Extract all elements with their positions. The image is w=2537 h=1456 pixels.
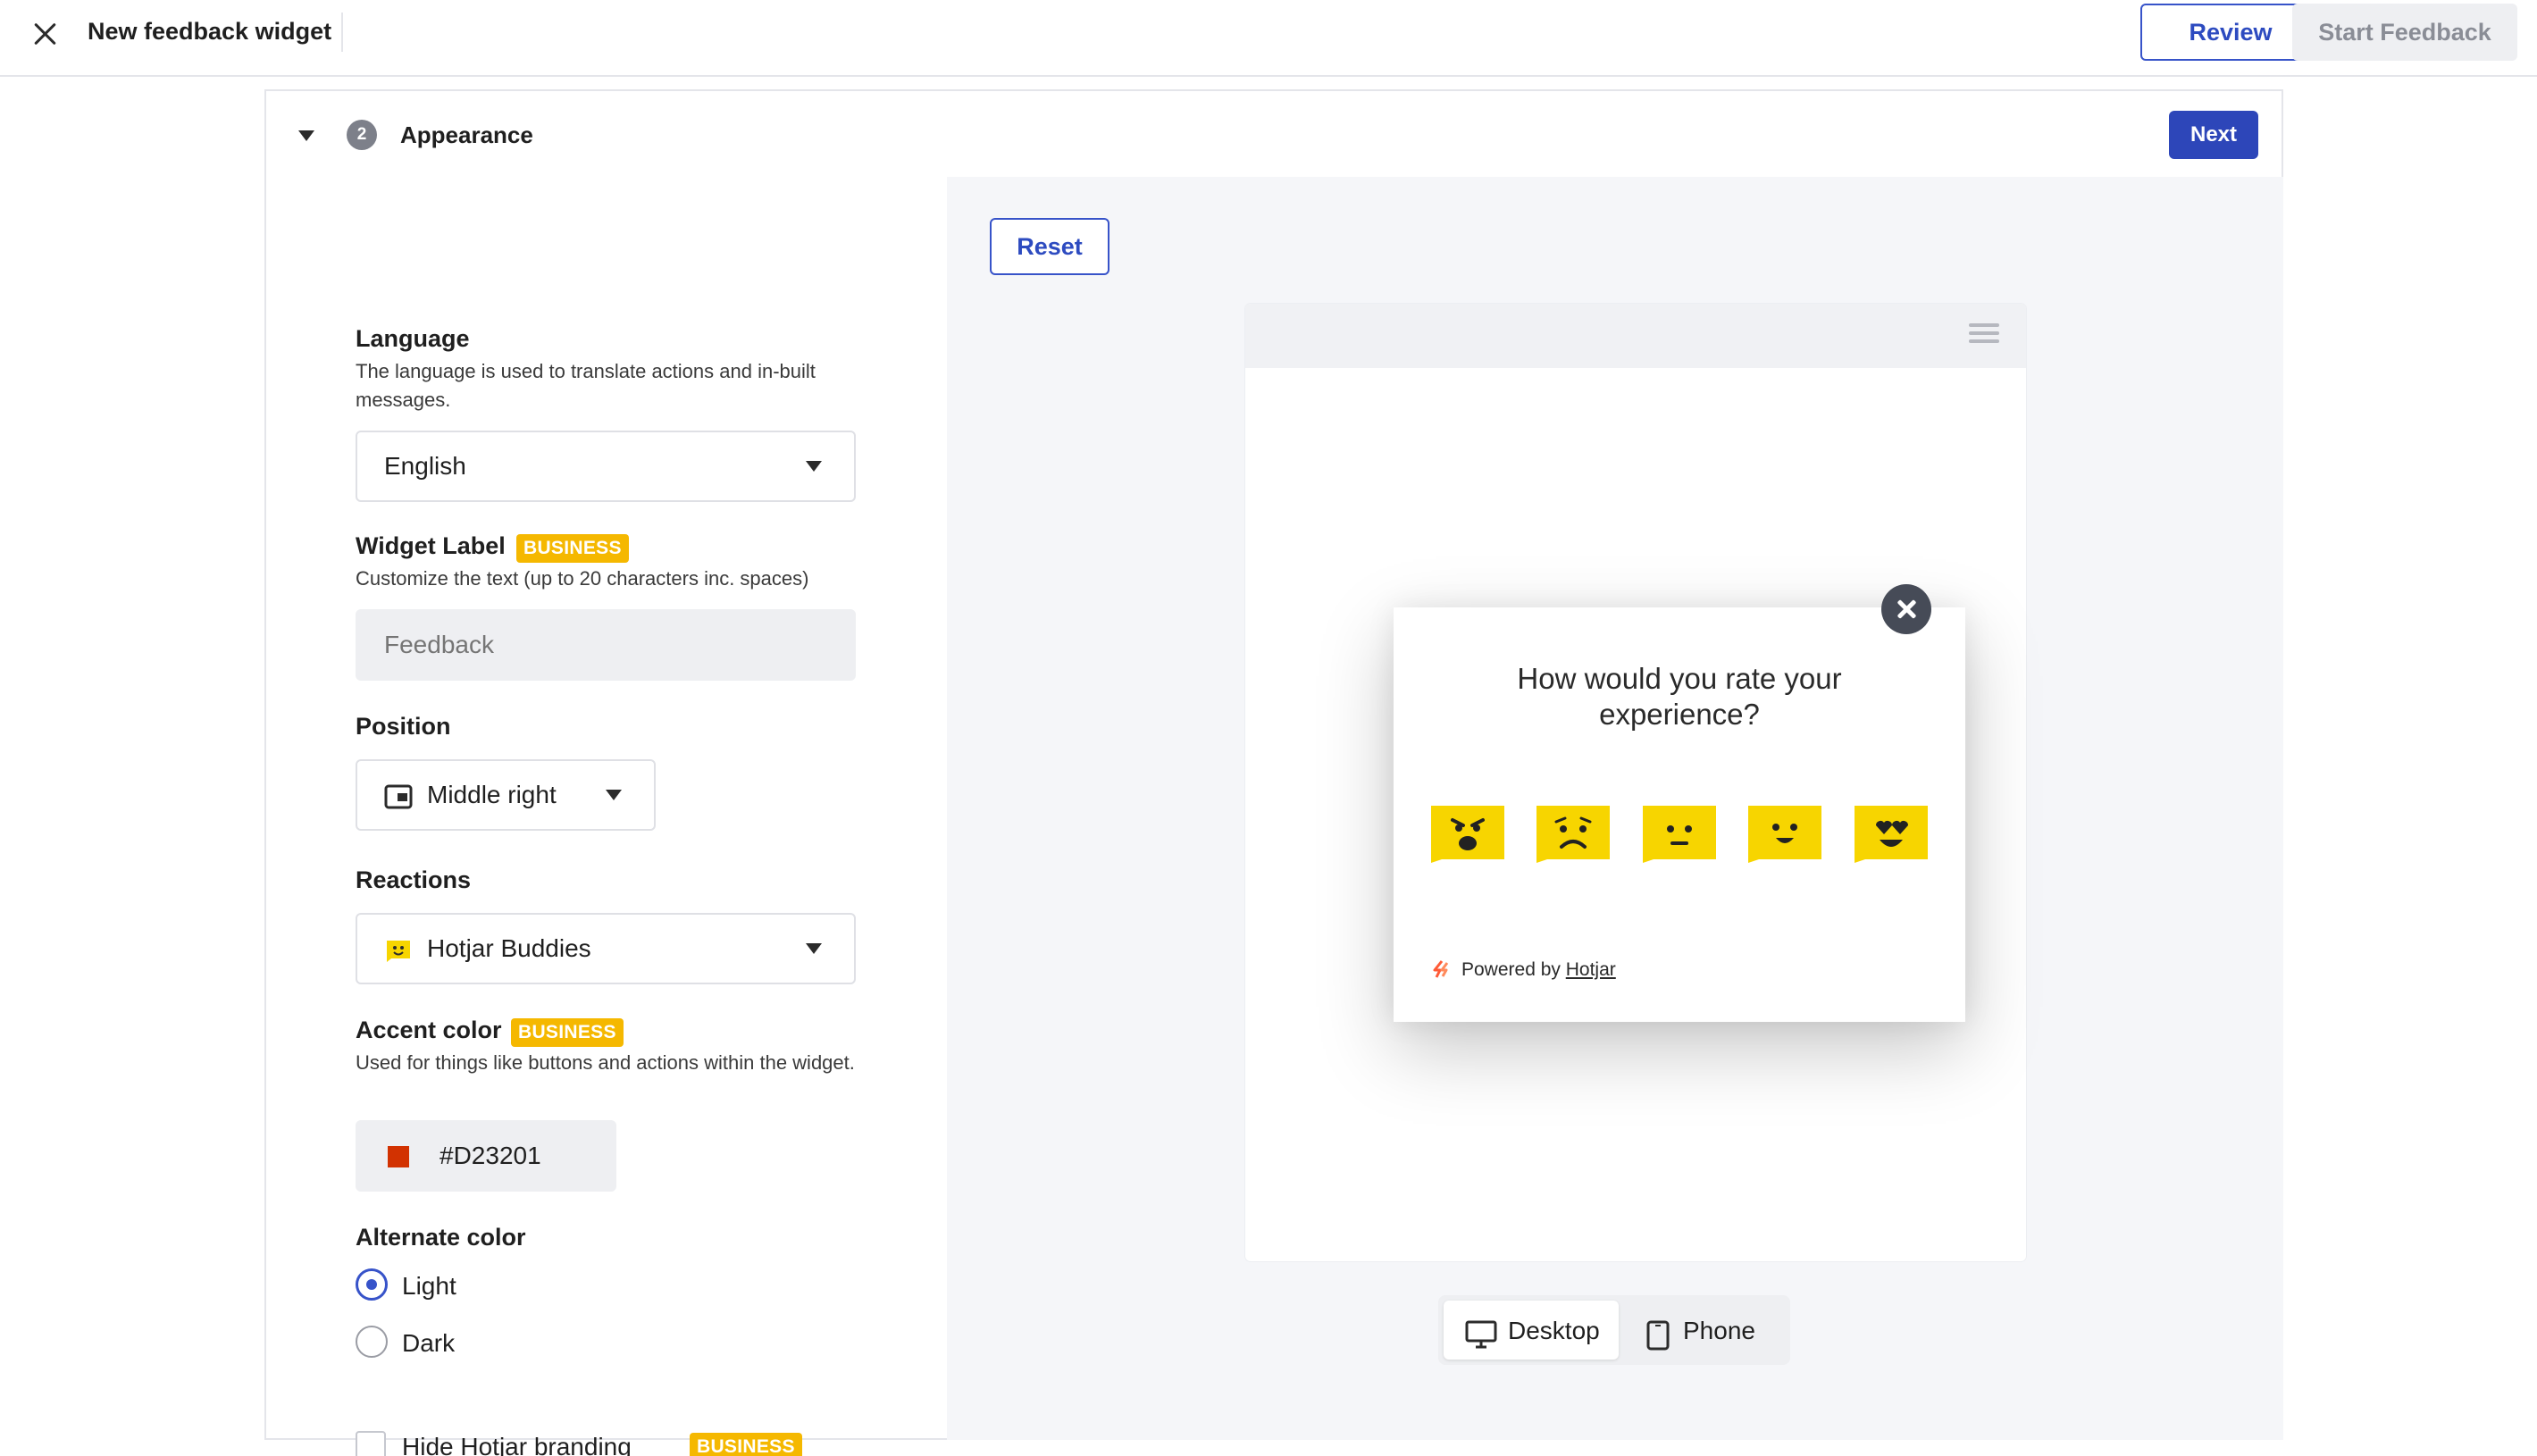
appearance-step-card: 2 Appearance Next Language The language …: [264, 89, 2283, 1456]
next-button[interactable]: Next: [2169, 111, 2258, 159]
desktop-toggle[interactable]: Desktop: [1444, 1301, 1619, 1360]
top-bar: New feedback widget Review Start Feedbac…: [0, 0, 2537, 77]
step-number-badge: 2: [347, 120, 377, 150]
business-badge: BUSINESS: [511, 1018, 624, 1047]
widget-position-icon: [384, 784, 413, 809]
radio-light-label: Light: [402, 1272, 456, 1300]
chevron-down-icon: [606, 790, 622, 800]
desktop-icon: [1465, 1320, 1497, 1349]
reactions-select[interactable]: Hotjar Buddies: [356, 913, 856, 984]
chevron-down-icon: [806, 461, 822, 472]
language-select[interactable]: English: [356, 431, 856, 502]
device-toggle: Desktop Phone: [1438, 1295, 1790, 1365]
radio-light[interactable]: [356, 1268, 388, 1301]
feedback-popup-preview: How would you rate your experience? Powe…: [1394, 607, 1965, 1022]
accent-color-help: Used for things like buttons and actions…: [356, 1051, 855, 1074]
accent-color-value: #D23201: [440, 1142, 541, 1169]
hide-branding-label: Hide Hotjar branding: [402, 1433, 632, 1456]
business-badge: BUSINESS: [516, 534, 629, 563]
hide-branding-checkbox[interactable]: [356, 1431, 386, 1456]
widget-label-help: Customize the text (up to 20 characters …: [356, 567, 809, 590]
hotjar-logo-icon: [1433, 960, 1449, 978]
step-header: 2 Appearance Next: [266, 91, 2282, 177]
accent-color-input[interactable]: #D23201: [356, 1120, 616, 1192]
accent-color-label: Accent color: [356, 1017, 502, 1043]
desktop-label: Desktop: [1508, 1317, 1600, 1344]
reset-button[interactable]: Reset: [990, 218, 1109, 275]
position-select[interactable]: Middle right: [356, 759, 656, 831]
widget-label-label: Widget Label: [356, 532, 506, 559]
chevron-down-icon: [806, 943, 822, 954]
hate-icon[interactable]: [1429, 804, 1506, 863]
alternate-color-label: Alternate color: [356, 1224, 526, 1251]
love-icon[interactable]: [1853, 804, 1930, 863]
powered-by: Powered by Hotjar: [1431, 959, 1616, 981]
page-title: New feedback widget: [88, 18, 332, 45]
position-label: Position: [356, 713, 451, 740]
radio-dark[interactable]: [356, 1326, 388, 1358]
reactions-value: Hotjar Buddies: [427, 934, 591, 962]
appearance-form: Language The language is used to transla…: [266, 177, 947, 1456]
phone-label: Phone: [1683, 1317, 1755, 1344]
business-badge: BUSINESS: [690, 1433, 802, 1456]
radio-dark-label: Dark: [402, 1329, 456, 1357]
collapse-chevron-icon[interactable]: [298, 130, 314, 141]
like-icon[interactable]: [1746, 804, 1823, 863]
start-feedback-button[interactable]: Start Feedback: [2292, 4, 2517, 61]
close-icon[interactable]: [27, 16, 63, 52]
phone-toggle[interactable]: Phone: [1626, 1301, 1785, 1360]
widget-label-input[interactable]: [356, 609, 856, 681]
step-title: Appearance: [400, 121, 533, 148]
language-label: Language: [356, 325, 470, 352]
language-value: English: [384, 452, 466, 480]
neutral-icon[interactable]: [1641, 804, 1718, 863]
position-value: Middle right: [427, 781, 557, 808]
color-swatch: [388, 1146, 409, 1167]
phone-icon: [1646, 1320, 1670, 1351]
reaction-row: [1429, 804, 1930, 863]
reactions-label: Reactions: [356, 866, 472, 893]
preview-browser-bar: [1245, 304, 2026, 368]
dislike-icon[interactable]: [1535, 804, 1612, 863]
menu-icon: [1969, 322, 1999, 345]
powered-prefix: Powered by: [1461, 959, 1561, 980]
popup-question: How would you rate your experience?: [1517, 662, 1842, 731]
language-help: The language is used to translate action…: [356, 360, 816, 411]
hotjar-buddy-icon: [387, 941, 410, 962]
hotjar-link[interactable]: Hotjar: [1566, 959, 1616, 980]
popup-close-icon[interactable]: [1881, 584, 1931, 634]
title-divider: [341, 13, 343, 52]
